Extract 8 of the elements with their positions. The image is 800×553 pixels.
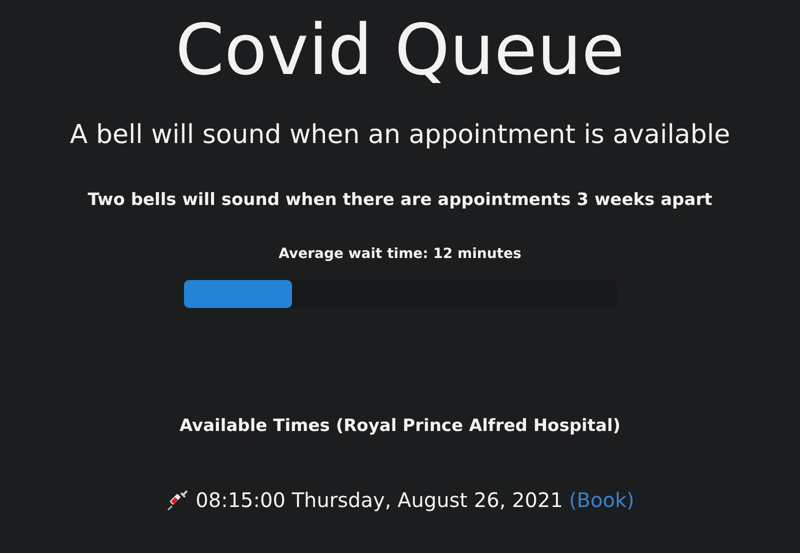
book-link[interactable]: (Book) [568,488,634,512]
page-title: Covid Queue [175,8,625,92]
wait-time-label: Average wait time: 12 minutes [278,246,522,262]
appointment-time: 08:15:00 Thursday, August 26, 2021 [196,488,563,512]
notice-text: Two bells will sound when there are appointments 3 weeks apart [88,190,712,210]
subtitle: A bell will sound when an appointment is available [70,120,730,150]
syringe-icon [166,488,190,512]
section-heading: Available Times (Royal Prince Alfred Hospital) [179,416,621,436]
